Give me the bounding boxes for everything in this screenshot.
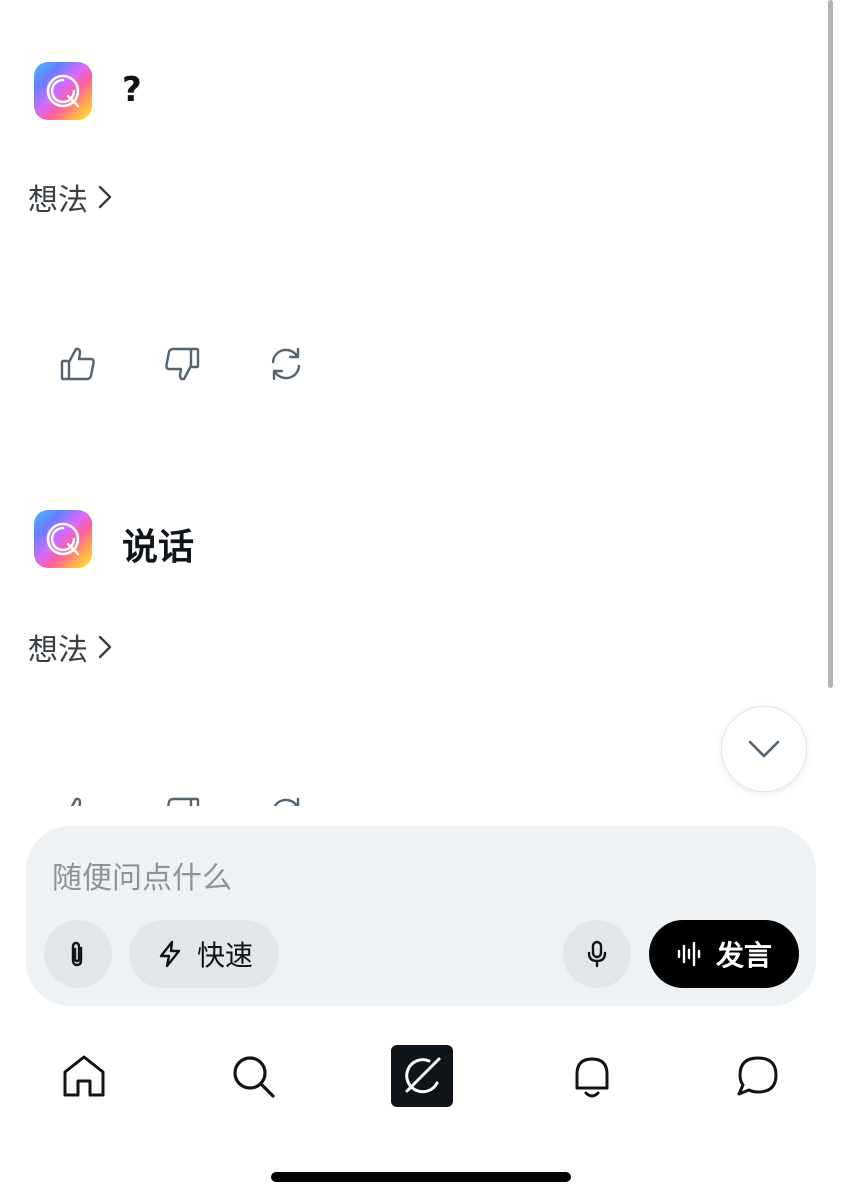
scroll-down-button[interactable]: [721, 706, 807, 792]
grok-tile: [391, 1045, 453, 1107]
paperclip-icon: [71, 941, 83, 967]
thumbs-up-icon: [60, 347, 95, 381]
home-indicator[interactable]: [271, 1172, 571, 1182]
waveform-icon: [677, 941, 701, 967]
scrollbar[interactable]: [828, 0, 833, 688]
chevron-down-icon: [748, 740, 780, 758]
fast-mode-button[interactable]: 快速: [129, 920, 279, 988]
thumbs-down-icon: [165, 347, 200, 381]
chevron-right-icon: [98, 635, 112, 659]
nav-search[interactable]: [221, 1044, 285, 1108]
grok-avatar-icon: [34, 62, 92, 120]
message-icon: [737, 1056, 778, 1096]
refresh-icon: [271, 347, 301, 381]
fast-mode-label: 快速: [196, 939, 253, 972]
thoughts-toggle[interactable]: 想法: [28, 625, 116, 669]
microphone-button[interactable]: [563, 920, 631, 988]
regenerate-button[interactable]: [266, 344, 306, 384]
grok-icon: [405, 1057, 441, 1094]
speak-button[interactable]: 发言: [649, 920, 799, 988]
bottom-nav: [0, 1040, 841, 1112]
home-icon: [63, 1055, 105, 1097]
thoughts-label: 想法: [28, 633, 88, 668]
dislike-button[interactable]: [162, 344, 202, 384]
speak-label: 发言: [715, 939, 772, 972]
message-actions: [58, 344, 306, 384]
nav-home[interactable]: [52, 1044, 116, 1108]
message-title: ?: [122, 70, 142, 110]
lightning-icon: [159, 940, 181, 968]
composer: 快速 发言: [26, 826, 816, 1006]
thoughts-label: 想法: [28, 183, 88, 218]
screen: ? 想法 说话 想法 随便问点什么 快速 发言: [0, 0, 841, 1200]
thoughts-toggle[interactable]: 想法: [28, 175, 116, 219]
nav-notifications[interactable]: [560, 1044, 624, 1108]
nav-messages[interactable]: [726, 1044, 790, 1108]
search-icon: [233, 1056, 275, 1098]
like-button[interactable]: [58, 344, 98, 384]
chevron-right-icon: [98, 185, 112, 209]
nav-grok[interactable]: [390, 1044, 454, 1108]
message-title: 说话: [122, 527, 195, 568]
microphone-icon: [587, 940, 607, 968]
ask-input[interactable]: [52, 856, 752, 900]
bell-icon: [575, 1057, 609, 1098]
attach-button[interactable]: [44, 920, 112, 988]
grok-avatar-icon: [34, 510, 92, 568]
